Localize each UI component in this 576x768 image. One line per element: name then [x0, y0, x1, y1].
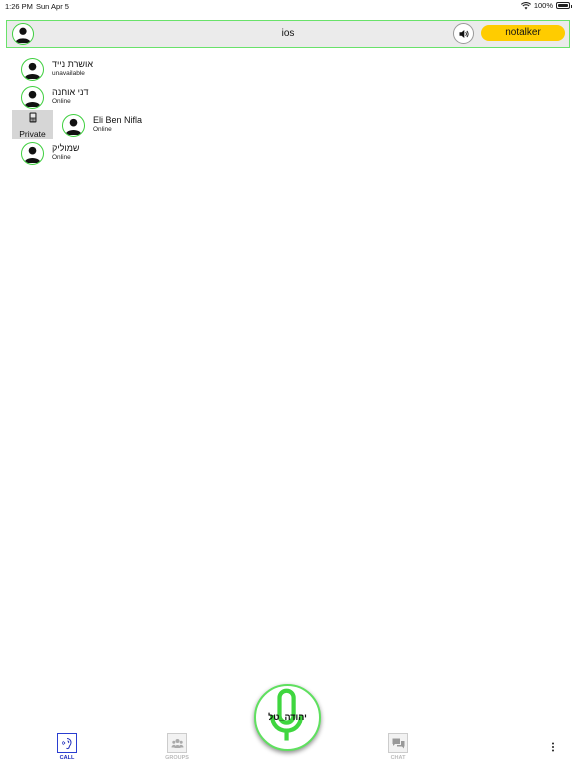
contact-name: שמוליק	[52, 143, 80, 153]
contact-status: Online	[93, 126, 112, 133]
status-bar: 1:26 PM Sun Apr 5 100%	[0, 0, 576, 14]
person-icon	[24, 90, 41, 108]
groups-icon	[167, 733, 187, 753]
contact-status: Online	[52, 154, 71, 161]
call-icon	[57, 733, 77, 753]
speaker-icon	[459, 30, 469, 38]
push-to-talk-button[interactable]: יהודה_טל	[254, 684, 321, 751]
battery-icon	[556, 2, 572, 9]
contact-avatar	[21, 142, 44, 165]
private-call-button[interactable]: Private	[12, 110, 53, 139]
battery-percent: 100%	[533, 1, 553, 10]
tab-call[interactable]: CALL	[47, 733, 87, 763]
contact-name: Eli Ben Nifla	[93, 115, 143, 125]
contact-avatar	[21, 86, 44, 109]
channel-header: ios notalker	[6, 20, 570, 48]
wifi-icon	[520, 1, 531, 9]
private-label: Private	[19, 129, 46, 139]
tab-call-label: CALL	[59, 755, 75, 761]
person-icon	[24, 62, 41, 80]
status-right: 100%	[520, 1, 572, 10]
contact-name: דני אוחנה	[52, 87, 89, 97]
ptt-user-label: יהודה_טל	[268, 712, 307, 722]
person-icon	[24, 146, 41, 164]
contact-avatar	[62, 114, 85, 137]
tab-groups[interactable]: GROUPS	[157, 733, 197, 763]
mobile-phone-icon	[29, 112, 37, 123]
status-time: 1:26 PM	[5, 2, 33, 11]
status-date: Sun Apr 5	[36, 2, 69, 11]
talker-button[interactable]: notalker	[481, 25, 565, 41]
contact-status: unavailable	[52, 70, 85, 77]
speaker-button[interactable]	[453, 23, 474, 44]
tab-chat[interactable]: CHAT	[378, 733, 418, 763]
tab-groups-label: GROUPS	[165, 755, 189, 761]
contact-avatar	[21, 58, 44, 81]
tab-chat-label: CHAT	[390, 755, 406, 761]
chat-icon	[388, 733, 408, 753]
person-icon	[65, 118, 82, 136]
contact-status: Online	[52, 98, 71, 105]
contact-name: אושרת נייד	[52, 59, 93, 69]
more-options-icon[interactable]	[550, 741, 556, 753]
